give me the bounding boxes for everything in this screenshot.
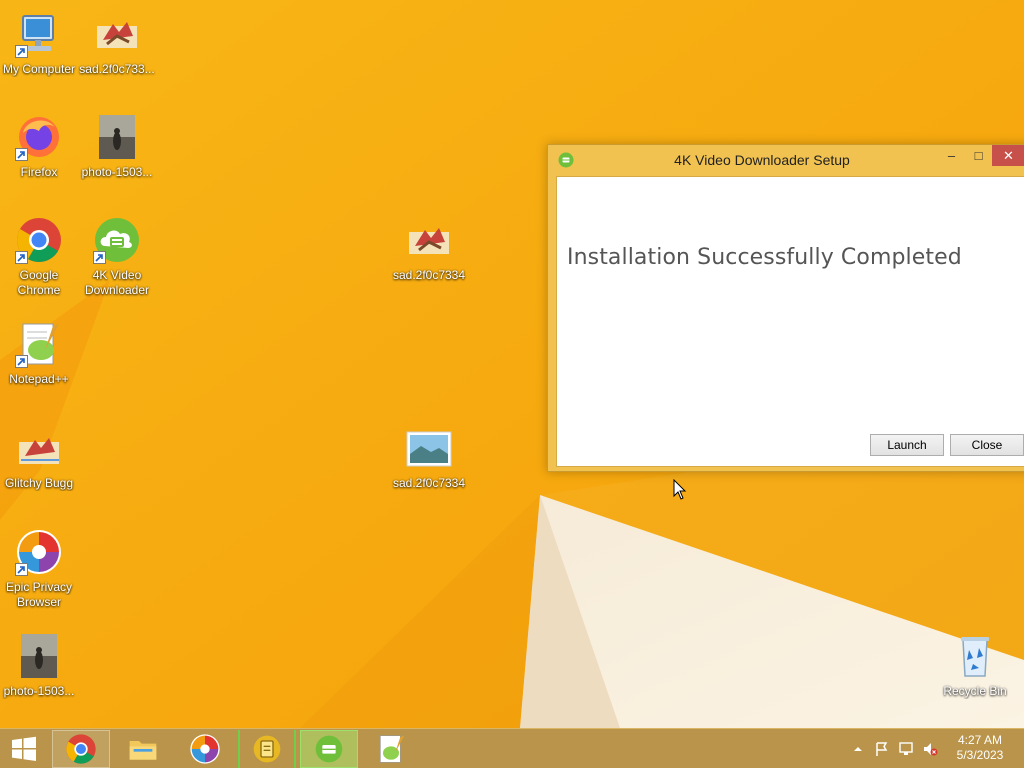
taskbar-chrome[interactable] [52, 730, 110, 768]
file-explorer-icon [129, 741, 157, 760]
desktop-icon-label-line2: Downloader [84, 283, 150, 297]
desktop-icon-google-chrome[interactable]: Google Chrome [0, 216, 79, 298]
desktop-icon-sad-landscape[interactable]: sad.2f0c7334 [389, 424, 469, 491]
shortcut-arrow-icon [93, 251, 106, 264]
maximize-button[interactable]: □ [965, 145, 992, 166]
desktop-icon-4k-video-downloader[interactable]: 4K Video Downloader [77, 216, 157, 298]
desktop-icon-label-line2: Chrome [17, 283, 61, 297]
window-titlebar[interactable]: 4K Video Downloader Setup – □ ✕ [548, 145, 1024, 175]
landscape-image-icon [406, 431, 452, 467]
desktop-icon-label: Firefox [20, 165, 58, 179]
desktop-icon-epic-privacy-browser[interactable]: Epic Privacy Browser [0, 528, 79, 610]
system-clock[interactable]: 4:27 AM 5/3/2023 [948, 733, 1012, 763]
start-button[interactable] [0, 730, 48, 768]
mouse-cursor-icon [673, 479, 687, 500]
desktop-icon-label: sad.2f0c733... [79, 62, 155, 76]
desktop-icon-label: Notepad++ [9, 372, 69, 386]
desktop-icon-label: Google [19, 268, 59, 282]
desktop-icon-notepad-plus-plus[interactable]: Notepad++ [0, 320, 79, 387]
show-hidden-icons-button[interactable] [850, 741, 866, 757]
taskbar-4k-video-downloader[interactable] [300, 730, 358, 768]
windows-logo-icon [12, 736, 36, 761]
desktop-icon-label: sad.2f0c7334 [392, 476, 466, 490]
clock-date: 5/3/2023 [956, 748, 1004, 762]
4k-video-downloader-icon [315, 735, 343, 763]
action-center-button[interactable] [874, 741, 890, 757]
desktop-icon-label-line2: Browser [16, 595, 61, 609]
taskbar-epic-browser[interactable] [176, 730, 234, 768]
desktop-icon-label: sad.2f0c7334 [392, 268, 466, 282]
photo-file-icon [99, 115, 135, 159]
clock-time: 4:27 AM [957, 733, 1003, 747]
shortcut-arrow-icon [15, 148, 28, 161]
glitchy-bugg-icon [19, 438, 59, 464]
desktop-icon-photo-1[interactable]: photo-1503... [77, 113, 157, 180]
shortcut-arrow-icon [15, 563, 28, 576]
close-button[interactable]: Close [950, 434, 1024, 456]
desktop-icon-glitchy-bugg[interactable]: Glitchy Bugg [0, 424, 79, 491]
notes-app-icon [253, 735, 281, 763]
chrome-icon [66, 734, 96, 764]
setup-content-panel: Installation Successfully Completed Laun… [556, 176, 1024, 467]
taskbar-file-explorer[interactable] [114, 730, 172, 768]
volume-button[interactable] [922, 741, 938, 757]
image-file-icon [409, 228, 449, 254]
taskbar-notes-app[interactable] [238, 730, 296, 768]
shortcut-arrow-icon [15, 45, 28, 58]
desktop-icon-label: Glitchy Bugg [4, 476, 74, 490]
desktop-icon-label: Recycle Bin [943, 684, 1007, 698]
desktop-icon-firefox[interactable]: Firefox [0, 113, 79, 180]
photo-file-icon [21, 634, 57, 678]
network-button[interactable] [898, 741, 914, 757]
desktop-icon-label: My Computer [2, 62, 76, 76]
desktop-icon-label: Epic Privacy [5, 580, 73, 594]
desktop-icon-label: photo-1503... [81, 165, 153, 179]
taskbar-notepad-plus-plus[interactable] [362, 730, 420, 768]
desktop-icon-sad-image-2[interactable]: sad.2f0c7334 [389, 216, 469, 283]
launch-button[interactable]: Launch [870, 434, 944, 456]
volume-muted-icon [924, 743, 938, 756]
desktop-icon-label: 4K Video [92, 268, 142, 282]
desktop-icon-my-computer[interactable]: My Computer [0, 10, 79, 77]
flag-icon [876, 742, 888, 756]
image-file-icon [97, 22, 137, 48]
taskbar: 4:27 AM 5/3/2023 [0, 728, 1024, 768]
notepad-plus-plus-icon [380, 735, 405, 763]
completion-message: Installation Successfully Completed [567, 245, 962, 270]
desktop-icon-sad-image-1[interactable]: sad.2f0c733... [77, 10, 157, 77]
recycle-bin-icon [961, 637, 989, 677]
shortcut-arrow-icon [15, 355, 28, 368]
desktop-icon-label: photo-1503... [3, 684, 75, 698]
desktop-icon-photo-2[interactable]: photo-1503... [0, 632, 79, 699]
desktop-icon-recycle-bin[interactable]: Recycle Bin [935, 632, 1015, 699]
minimize-button[interactable]: – [938, 145, 965, 166]
network-icon [899, 742, 913, 755]
setup-window[interactable]: 4K Video Downloader Setup – □ ✕ Installa… [547, 144, 1024, 472]
chevron-up-icon [854, 747, 862, 751]
epic-browser-icon [190, 734, 220, 764]
window-close-button[interactable]: ✕ [992, 145, 1024, 166]
shortcut-arrow-icon [15, 251, 28, 264]
